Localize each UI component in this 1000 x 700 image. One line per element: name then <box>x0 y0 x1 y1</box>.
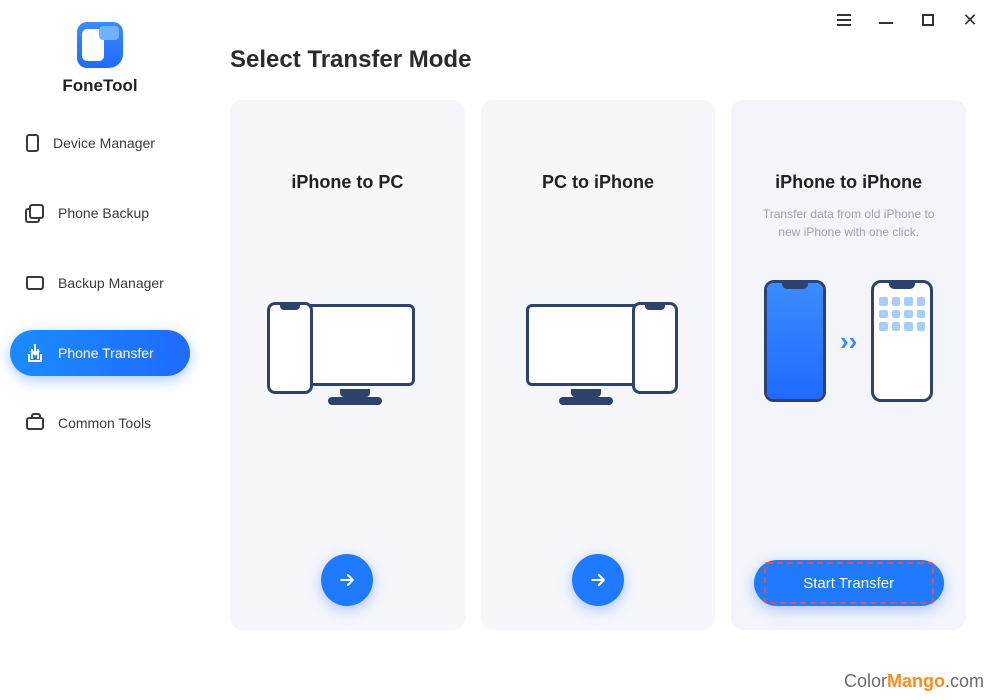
source-iphone-icon <box>764 280 826 402</box>
iphone-icon <box>632 302 678 394</box>
card-subtitle: Transfer data from old iPhone to new iPh… <box>751 205 946 241</box>
watermark-part2: Mango <box>887 671 945 691</box>
go-button-pc-to-iphone[interactable] <box>572 554 624 606</box>
start-transfer-button[interactable]: Start Transfer <box>754 560 944 606</box>
go-button-iphone-to-pc[interactable] <box>321 554 373 606</box>
chevron-right-icon: ›› <box>840 326 857 357</box>
page-title: Select Transfer Mode <box>230 46 966 74</box>
brand: FoneTool <box>0 22 200 96</box>
sidebar-item-label: Common Tools <box>58 415 151 431</box>
app-name: FoneTool <box>62 76 137 96</box>
download-icon <box>26 344 44 362</box>
app-window: ✕ FoneTool Device Manager Phone Backup B… <box>0 0 1000 700</box>
sidebar-item-label: Backup Manager <box>58 275 164 291</box>
sidebar-item-phone-transfer[interactable]: Phone Transfer <box>10 330 190 376</box>
sidebar-item-label: Phone Transfer <box>58 345 154 361</box>
iphone-icon <box>267 302 313 394</box>
sidebar-item-device-manager[interactable]: Device Manager <box>10 120 190 166</box>
card-pc-to-iphone[interactable]: PC to iPhone <box>481 100 716 630</box>
sidebar-nav: Device Manager Phone Backup Backup Manag… <box>0 120 200 446</box>
card-title: iPhone to iPhone <box>775 172 922 193</box>
folder-icon <box>26 276 44 290</box>
illustration-iphone-to-iphone: ›› <box>751 271 946 411</box>
card-subtitle <box>341 205 353 239</box>
main-content: Select Transfer Mode iPhone to PC <box>200 0 1000 700</box>
sidebar-item-label: Device Manager <box>53 135 155 151</box>
watermark: ColorMango.com <box>844 671 984 692</box>
card-iphone-to-iphone[interactable]: iPhone to iPhone Transfer data from old … <box>731 100 966 630</box>
illustration-pc-to-iphone <box>501 269 696 409</box>
app-logo-icon <box>77 22 123 68</box>
sidebar-item-common-tools[interactable]: Common Tools <box>10 400 190 446</box>
transfer-mode-cards: iPhone to PC PC to iPhone <box>230 100 966 630</box>
arrow-right-icon <box>337 570 357 590</box>
watermark-part1: Color <box>844 671 887 691</box>
card-title: iPhone to PC <box>291 172 403 193</box>
monitor-icon <box>295 304 415 386</box>
sidebar: FoneTool Device Manager Phone Backup Bac… <box>0 0 200 700</box>
sidebar-item-label: Phone Backup <box>58 205 149 221</box>
target-iphone-icon <box>871 280 933 402</box>
phone-icon <box>26 134 39 152</box>
watermark-part3: .com <box>945 671 984 691</box>
start-transfer-label: Start Transfer <box>803 575 894 592</box>
arrow-right-icon <box>588 570 608 590</box>
stack-icon <box>29 204 44 219</box>
card-title: PC to iPhone <box>542 172 654 193</box>
sidebar-item-phone-backup[interactable]: Phone Backup <box>10 190 190 236</box>
illustration-iphone-to-pc <box>250 269 445 409</box>
card-subtitle <box>592 205 604 239</box>
sidebar-item-backup-manager[interactable]: Backup Manager <box>10 260 190 306</box>
briefcase-icon <box>26 417 44 430</box>
card-iphone-to-pc[interactable]: iPhone to PC <box>230 100 465 630</box>
monitor-icon <box>526 304 646 386</box>
